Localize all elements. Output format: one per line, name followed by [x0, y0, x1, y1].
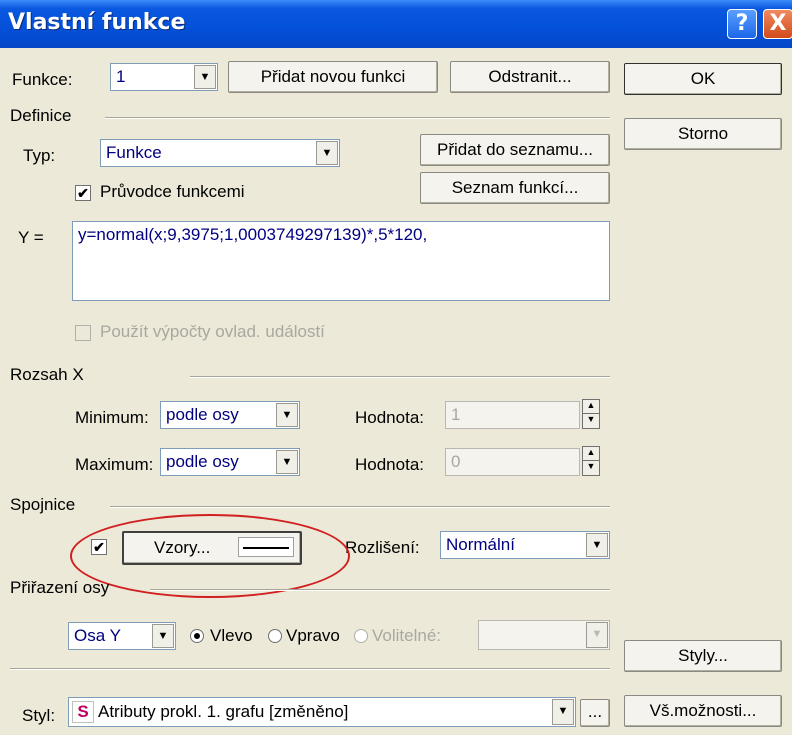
style-select[interactable]: S Atributy prokl. 1. grafu [změněno] ▼	[68, 697, 576, 727]
axis-select[interactable]: Osa Y ▼	[68, 622, 176, 650]
funkce-value: 1	[116, 67, 126, 86]
spin-down-icon[interactable]: ▼	[583, 414, 599, 428]
typ-value: Funkce	[106, 143, 162, 162]
max-hodnota-label: Hodnota:	[355, 455, 424, 474]
cancel-button[interactable]: Storno	[624, 118, 782, 150]
wizard-label: Průvodce funkcemi	[100, 182, 245, 201]
events-checkbox	[75, 325, 91, 341]
chevron-down-icon[interactable]: ▼	[586, 533, 608, 557]
funkce-label: Funkce:	[12, 70, 73, 89]
maximum-select[interactable]: podle osy ▼	[160, 448, 300, 476]
rozsah-group-label: Rozsah X	[10, 365, 84, 384]
min-hodnota-input[interactable]: 1	[445, 401, 580, 429]
chevron-down-icon[interactable]: ▼	[316, 141, 338, 165]
close-button[interactable]: X	[763, 9, 792, 39]
add-to-list-button[interactable]: Přidat do seznamu...	[420, 134, 610, 166]
resolution-label: Rozlišení:	[345, 538, 420, 557]
max-hodnota-input[interactable]: 0	[445, 448, 580, 476]
minimum-select[interactable]: podle osy ▼	[160, 401, 300, 429]
typ-select[interactable]: Funkce ▼	[100, 139, 340, 167]
formula-input[interactable]: y=normal(x;9,3975;1,0003749297139)*,5*12…	[72, 221, 610, 301]
min-hodnota-spinner[interactable]: ▲ ▼	[582, 399, 600, 429]
optional-radio	[354, 629, 368, 643]
patterns-label: Vzory...	[154, 538, 211, 557]
chevron-down-icon[interactable]: ▼	[552, 699, 574, 725]
minimum-label: Minimum:	[75, 408, 149, 427]
chevron-down-icon[interactable]: ▼	[276, 403, 298, 427]
min-hodnota-label: Hodnota:	[355, 408, 424, 427]
style-more-button[interactable]: ...	[580, 699, 610, 727]
spin-up-icon[interactable]: ▲	[583, 400, 599, 414]
funkce-select[interactable]: 1 ▼	[110, 63, 218, 91]
right-radio[interactable]	[268, 629, 282, 643]
wizard-checkbox[interactable]: ✔	[75, 185, 91, 201]
maximum-value: podle osy	[166, 452, 239, 471]
function-list-button[interactable]: Seznam funkcí...	[420, 172, 610, 204]
help-button[interactable]: ?	[727, 9, 757, 39]
spojnice-checkbox[interactable]: ✔	[91, 539, 107, 555]
events-label: Použít výpočty ovlad. událostí	[100, 322, 325, 341]
resolution-select[interactable]: Normální ▼	[440, 531, 610, 559]
styles-button[interactable]: Styly...	[624, 640, 782, 672]
style-s-icon: S	[72, 701, 94, 723]
dialog-window: Vlastní funkce ? X Funkce: 1 ▼ Přidat no…	[0, 0, 792, 735]
chevron-down-icon[interactable]: ▼	[152, 624, 174, 648]
title-bar[interactable]: Vlastní funkce ? X	[0, 0, 792, 48]
all-options-button[interactable]: Vš.možnosti...	[624, 695, 782, 727]
optional-label: Volitelné:	[372, 626, 441, 645]
osy-group-label: Přiřazení osy	[10, 578, 110, 597]
spojnice-group-label: Spojnice	[10, 495, 76, 514]
spin-up-icon[interactable]: ▲	[583, 447, 599, 461]
line-style-preview	[238, 537, 294, 557]
ok-button[interactable]: OK	[624, 63, 782, 95]
right-label: Vpravo	[286, 626, 340, 645]
osy-divider	[150, 589, 610, 591]
minimum-value: podle osy	[166, 405, 239, 424]
bottom-divider	[10, 668, 610, 670]
definice-divider	[105, 117, 610, 119]
y-label: Y =	[18, 228, 44, 247]
chevron-down-icon[interactable]: ▼	[276, 450, 298, 474]
add-new-function-button[interactable]: Přidat novou funkci	[228, 61, 438, 93]
axis-value: Osa Y	[74, 626, 121, 645]
left-radio[interactable]	[190, 629, 204, 643]
definice-group-label: Definice	[10, 106, 72, 125]
resolution-value: Normální	[446, 535, 515, 554]
styl-label: Styl:	[22, 706, 56, 725]
rozsah-divider	[190, 376, 610, 378]
maximum-label: Maximum:	[75, 455, 154, 474]
spojnice-divider	[110, 506, 610, 508]
window-title: Vlastní funkce	[8, 10, 186, 35]
typ-label: Typ:	[23, 146, 56, 165]
max-hodnota-spinner[interactable]: ▲ ▼	[582, 446, 600, 476]
left-label: Vlevo	[210, 626, 253, 645]
chevron-down-icon[interactable]: ▼	[194, 65, 216, 89]
remove-button[interactable]: Odstranit...	[450, 61, 610, 93]
optional-select: ▼	[478, 620, 610, 650]
chevron-down-icon: ▼	[586, 622, 608, 648]
style-value: Atributy prokl. 1. grafu [změněno]	[98, 702, 349, 721]
spin-down-icon[interactable]: ▼	[583, 461, 599, 475]
